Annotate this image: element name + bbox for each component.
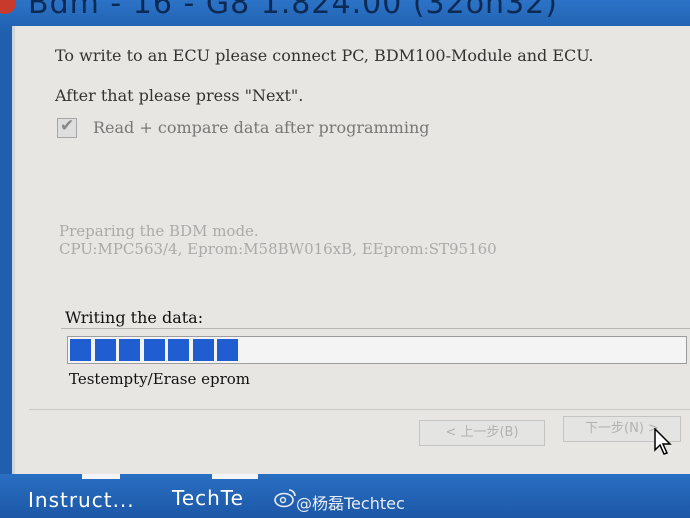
window-title: Bdm - 16 - G8 1.824.00 (32on32) <box>28 0 558 21</box>
mouse-cursor-icon <box>654 428 672 455</box>
taskbar-indicator <box>82 474 120 479</box>
taskbar-item-instruct[interactable]: Instruct... <box>28 488 135 512</box>
instruction-line-1: To write to an ECU please connect PC, BD… <box>55 46 594 65</box>
progress-block <box>94 339 116 361</box>
watermark-text: @杨磊Techtec <box>296 494 405 513</box>
taskbar-indicator <box>212 474 258 479</box>
read-compare-label: Read + compare data after programming <box>93 118 430 137</box>
progress-block <box>168 339 189 361</box>
writing-label: Writing the data: <box>65 308 204 327</box>
back-button[interactable]: < 上一步(B) <box>419 420 545 446</box>
weibo-icon <box>274 489 296 508</box>
read-compare-checkbox[interactable]: ✔ <box>57 116 77 138</box>
button-divider <box>29 409 690 410</box>
checkmark-icon: ✔ <box>60 116 75 136</box>
progress-block <box>192 339 214 361</box>
progress-block <box>119 339 140 361</box>
app-icon <box>0 0 16 14</box>
instruction-line-2: After that please press "Next". <box>55 86 304 105</box>
progress-block <box>143 339 165 361</box>
progress-block <box>217 339 238 361</box>
progress-block <box>70 339 91 361</box>
divider <box>61 328 690 329</box>
status-text: Testempty/Erase eprom <box>69 370 251 388</box>
info-line-1: Preparing the BDM mode. <box>59 222 259 240</box>
taskbar-item-techtec[interactable]: TechTe <box>172 486 244 510</box>
progress-bar <box>67 336 687 364</box>
programming-dialog: To write to an ECU please connect PC, BD… <box>12 26 690 474</box>
info-line-2: CPU:MPC563/4, Eprom:M58BW016xB, EEprom:S… <box>59 240 497 258</box>
